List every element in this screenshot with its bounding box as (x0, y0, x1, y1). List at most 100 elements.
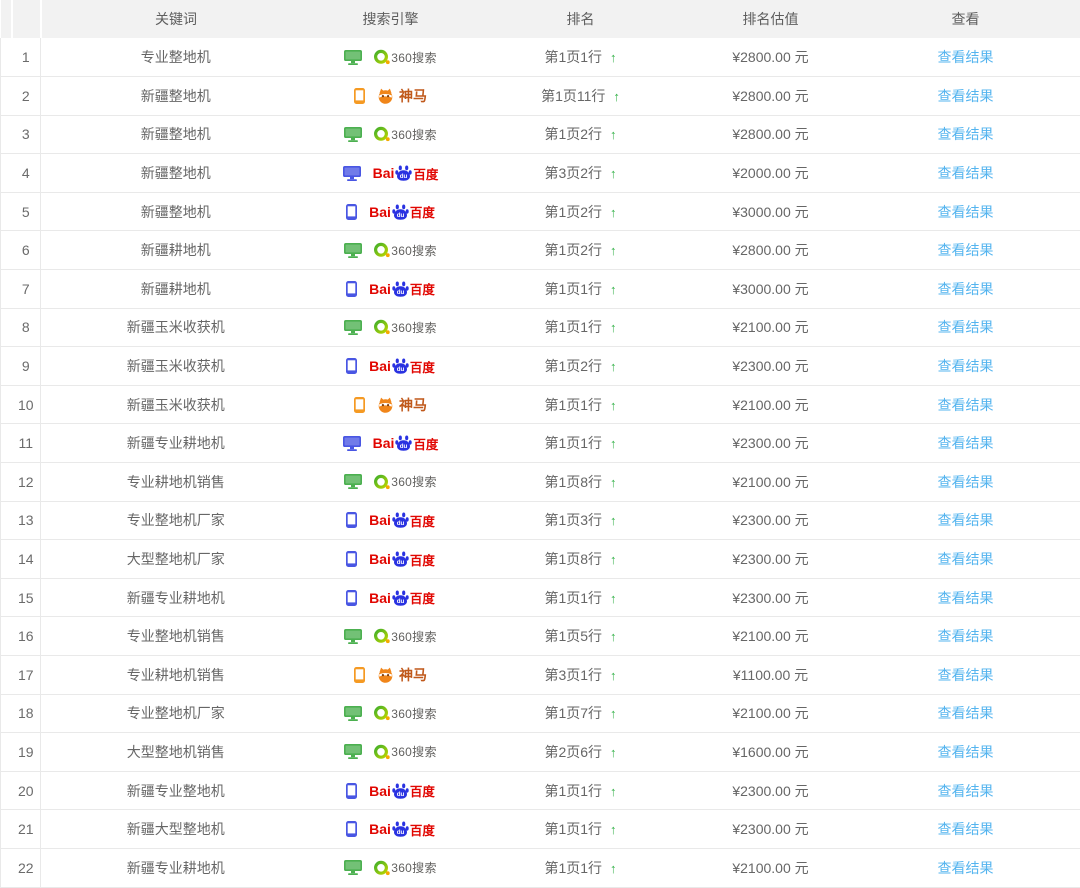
baidu-bai-text: Bai (369, 204, 391, 220)
keyword-cell: 专业耕地机销售 (41, 463, 311, 502)
baidu-logo-icon: Bai du 百度 (369, 357, 435, 376)
baidu-du-text: du (397, 791, 405, 798)
baidu-logo-icon: Bai du 百度 (369, 550, 435, 569)
row-left-spacer (1, 733, 12, 772)
value-cell: ¥2000.00 元 (691, 154, 851, 193)
view-result-link[interactable]: 查看结果 (938, 474, 994, 490)
table-row: 12 专业耕地机销售 (1, 463, 1080, 502)
engine-cell: 360搜索 神马 Bai (311, 656, 471, 695)
table-row: 8 新疆玉米收获机 (1, 308, 1080, 347)
view-result-link[interactable]: 查看结果 (938, 628, 994, 644)
trend-up-icon: ↑ (610, 127, 617, 142)
baidu-du-text: du (397, 289, 405, 296)
rank-cell: 第1页8行↑ (471, 463, 691, 502)
trend-up-icon: ↑ (610, 861, 617, 876)
trend-up-icon: ↑ (613, 89, 620, 104)
view-result-link[interactable]: 查看结果 (938, 165, 994, 181)
value-cell: ¥2800.00 元 (691, 77, 851, 116)
desktop-monitor-icon (344, 127, 362, 142)
row-left-spacer (1, 308, 12, 347)
rank-text: 第3页1行 (544, 667, 602, 683)
header-engine: 搜索引擎 (311, 0, 471, 38)
row-index: 14 (12, 540, 41, 579)
table-row: 14 大型整地机厂家 (1, 540, 1080, 579)
row-index: 13 (12, 501, 41, 540)
mobile-phone-icon (346, 358, 357, 374)
rank-text: 第1页1行 (544, 435, 602, 451)
view-result-link[interactable]: 查看结果 (938, 204, 994, 220)
rank-text: 第1页1行 (544, 783, 602, 799)
view-result-link[interactable]: 查看结果 (938, 126, 994, 142)
view-cell: 查看结果 (851, 578, 1080, 617)
mobile-phone-icon (346, 281, 357, 297)
desktop-monitor-icon (344, 50, 362, 65)
baidu-cn-text: 百度 (413, 164, 438, 183)
view-result-link[interactable]: 查看结果 (938, 319, 994, 335)
view-result-link[interactable]: 查看结果 (938, 512, 994, 528)
row-index: 17 (12, 656, 41, 695)
table-row: 6 新疆耕地机 (1, 231, 1080, 270)
keyword-cell: 新疆专业耕地机 (41, 848, 311, 887)
view-result-link[interactable]: 查看结果 (938, 435, 994, 451)
view-cell: 查看结果 (851, 347, 1080, 386)
keyword-ranking-table: 关键词 搜索引擎 排名 排名估值 查看 1 专业整地机 (0, 0, 1080, 888)
view-result-link[interactable]: 查看结果 (938, 590, 994, 606)
view-result-link[interactable]: 查看结果 (938, 242, 994, 258)
mobile-phone-icon (354, 397, 365, 413)
row-index: 7 (12, 270, 41, 309)
row-left-spacer (1, 154, 12, 193)
trend-up-icon: ↑ (610, 745, 617, 760)
view-cell: 查看结果 (851, 308, 1080, 347)
engine-cell: 360搜索 神马 Bai (311, 501, 471, 540)
baidu-bai-text: Bai (373, 165, 395, 181)
view-result-link[interactable]: 查看结果 (938, 358, 994, 374)
keyword-cell: 新疆整地机 (41, 192, 311, 231)
baidu-du-text: du (397, 212, 405, 219)
rank-cell: 第1页1行↑ (471, 38, 691, 77)
engine-cell: 360搜索 神马 Bai (311, 347, 471, 386)
view-result-link[interactable]: 查看结果 (938, 705, 994, 721)
rank-text: 第1页2行 (544, 242, 602, 258)
view-result-link[interactable]: 查看结果 (938, 783, 994, 799)
view-result-link[interactable]: 查看结果 (938, 49, 994, 65)
mobile-phone-icon (346, 590, 357, 606)
view-result-link[interactable]: 查看结果 (938, 667, 994, 683)
row-index: 21 (12, 810, 41, 849)
header-left-spacer (1, 0, 12, 38)
rank-cell: 第3页2行↑ (471, 154, 691, 193)
view-result-link[interactable]: 查看结果 (938, 281, 994, 297)
view-result-link[interactable]: 查看结果 (938, 860, 994, 876)
rank-text: 第1页1行 (544, 821, 602, 837)
keyword-cell: 新疆耕地机 (41, 270, 311, 309)
view-result-link[interactable]: 查看结果 (938, 744, 994, 760)
view-result-link[interactable]: 查看结果 (938, 551, 994, 567)
view-result-link[interactable]: 查看结果 (938, 397, 994, 413)
baidu-du-text: du (397, 559, 405, 566)
engine-cell: 360搜索 神马 Bai (311, 154, 471, 193)
table-header: 关键词 搜索引擎 排名 排名估值 查看 (1, 0, 1080, 38)
table-row: 19 大型整地机销售 (1, 733, 1080, 772)
row-left-spacer (1, 694, 12, 733)
table-body: 1 专业整地机 (1, 38, 1080, 887)
engine-cell: 360搜索 神马 Bai (311, 385, 471, 424)
shenma-label: 神马 (399, 665, 427, 685)
shenma-logo-icon: 神马 (377, 665, 427, 685)
engine-cell: 360搜索 神马 Bai (311, 38, 471, 77)
keyword-cell: 大型整地机销售 (41, 733, 311, 772)
trend-up-icon: ↑ (610, 706, 617, 721)
row-left-spacer (1, 38, 12, 77)
value-cell: ¥2300.00 元 (691, 501, 851, 540)
row-left-spacer (1, 463, 12, 502)
view-result-link[interactable]: 查看结果 (938, 821, 994, 837)
view-result-link[interactable]: 查看结果 (938, 88, 994, 104)
value-cell: ¥1600.00 元 (691, 733, 851, 772)
header-index (12, 0, 41, 38)
row-index: 1 (12, 38, 41, 77)
row-index: 4 (12, 154, 41, 193)
row-index: 20 (12, 771, 41, 810)
view-cell: 查看结果 (851, 694, 1080, 733)
rank-cell: 第1页1行↑ (471, 578, 691, 617)
engine-cell: 360搜索 神马 Bai (311, 694, 471, 733)
table-row: 16 专业整地机销售 (1, 617, 1080, 656)
value-cell: ¥2300.00 元 (691, 810, 851, 849)
